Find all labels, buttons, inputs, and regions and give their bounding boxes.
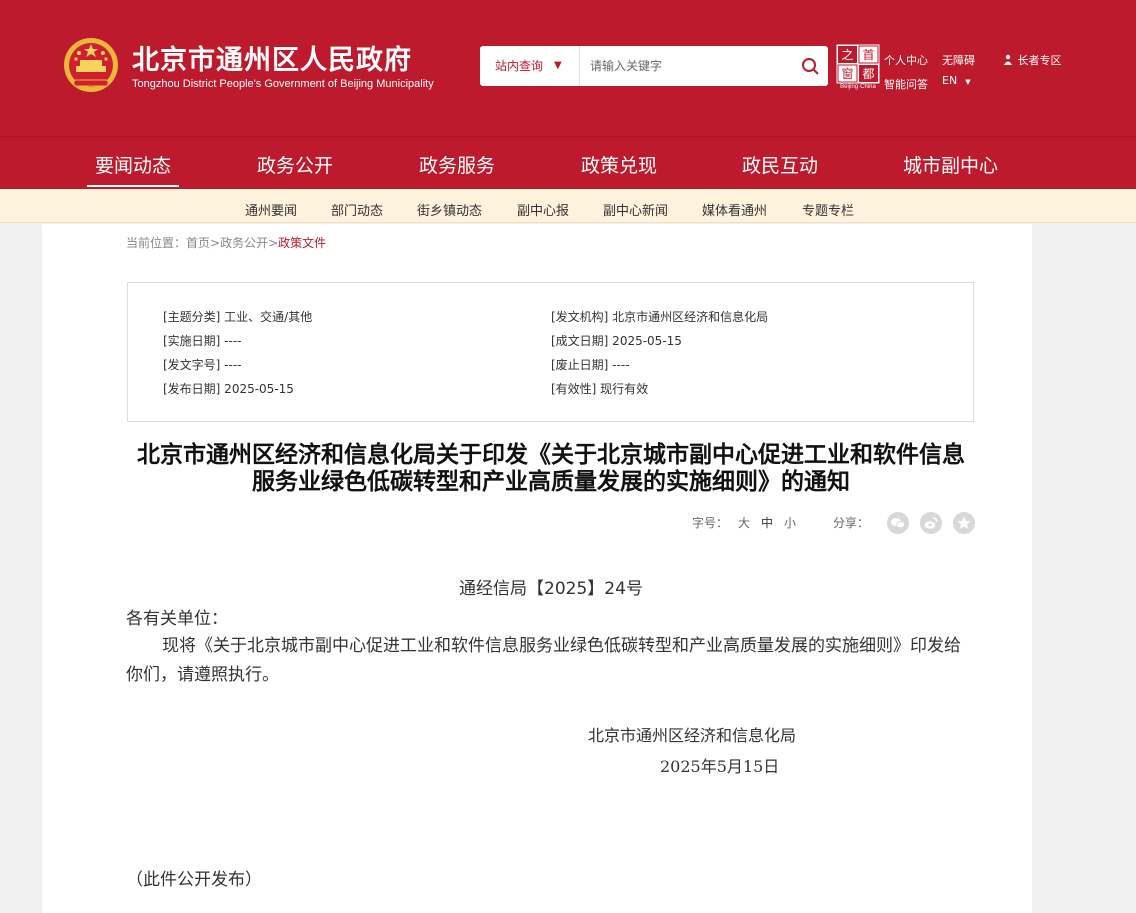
nav-item-policy[interactable]: 政策兑现 [581,151,657,178]
salutation: 各有关单位： [126,609,228,629]
breadcrumb-separator: > [210,236,221,250]
meta-publish-date: [发布日期] 2025-05-15 [163,382,294,396]
accessibility-link[interactable]: 无障碍 [942,52,975,68]
capital-char-3: 窗 [841,67,853,81]
nav-item-interaction[interactable]: 政民互动 [742,151,818,178]
sub-nav-special-topics[interactable]: 专题专栏 [802,200,854,219]
breadcrumb-prefix: 当前位置： [126,236,187,250]
capital-window-logo[interactable]: 之 首 窗 都 Beijing·China [836,44,880,92]
meta-effective-date: [实施日期] ---- [163,334,242,348]
document-issuer: 北京市通州区经济和信息化局 [588,726,797,745]
main-nav: 要闻动态 政务公开 政务服务 政策兑现 政民互动 城市副中心 [0,136,1136,189]
capital-logo-caption: Beijing·China [840,84,876,90]
sub-nav: 通州要闻 部门动态 街乡镇动态 副中心报 副中心新闻 媒体看通州 专题专栏 [0,189,1136,223]
personal-center-link[interactable]: 个人中心 [884,52,928,68]
breadcrumb-separator: > [268,236,279,250]
document-date: 2025年5月15日 [660,757,780,776]
site-subtitle: Tongzhou District People's Government of… [132,78,434,90]
weibo-icon[interactable] [920,512,942,534]
search-icon[interactable] [800,56,822,78]
favorite-icon[interactable] [953,512,975,534]
site-title[interactable]: 北京市通州区人民政府 [132,38,412,77]
public-release-note: （此件公开发布） [126,870,262,890]
triangle-down-icon: ▼ [965,78,971,86]
font-size-medium[interactable]: 中 [761,514,773,531]
nav-item-sub-center[interactable]: 城市副中心 [903,151,998,178]
meta-doc-number: [发文字号] ---- [163,358,242,372]
breadcrumb: 当前位置：首页>政务公开>政策文件 [126,234,326,251]
breadcrumb-gov-affairs[interactable]: 政务公开 [220,236,268,250]
meta-validity: [有效性] 现行有效 [551,382,649,396]
meta-issuer: [发文机构] 北京市通州区经济和信息化局 [551,310,769,324]
elderly-zone-label: 长者专区 [1017,54,1062,67]
share-label: 分享： [833,516,870,530]
meta-category: [主题分类] 工业、交通/其他 [163,310,313,324]
meta-repeal-date: [废止日期] ---- [551,358,630,372]
document-number: 通经信局【2025】24号 [459,579,643,599]
search-scope-label: 站内查询 [495,59,544,73]
document-meta-box: [主题分类] 工业、交通/其他 [发文机构] 北京市通州区经济和信息化局 [实施… [127,282,974,422]
article-container: 当前位置：首页>政务公开>政策文件 [主题分类] 工业、交通/其他 [发文机构]… [42,224,1032,913]
meta-written-date: [成文日期] 2025-05-15 [551,334,682,348]
nav-item-gov-affairs[interactable]: 政务公开 [257,151,333,178]
font-size-small[interactable]: 小 [784,514,796,531]
wechat-icon[interactable] [887,512,909,534]
search-scope-select[interactable]: 站内查询 ▼ [480,46,580,86]
capital-char-4: 都 [862,67,874,81]
triangle-down-icon: ▼ [554,60,562,71]
document-body: 现将《关于北京城市副中心促进工业和软件信息服务业绿色低碳转型和产业高质量发展的实… [126,636,961,685]
capital-char-1: 之 [841,48,853,62]
elderly-zone-link[interactable]: 长者专区 [1002,52,1062,68]
sub-nav-tongzhou-news[interactable]: 通州要闻 [245,200,297,219]
capital-char-2: 首 [862,48,874,62]
sub-nav-media[interactable]: 媒体看通州 [702,200,767,219]
search-input[interactable] [582,52,787,80]
search-box: 站内查询 ▼ [480,46,828,86]
language-switch[interactable]: EN ▼ [942,74,971,87]
capital-logo-grid: 之 首 窗 都 [836,44,880,84]
nav-item-news[interactable]: 要闻动态 [86,151,180,187]
breadcrumb-current[interactable]: 政策文件 [278,236,326,250]
national-emblem-icon [64,38,118,92]
sub-nav-dept-news[interactable]: 部门动态 [331,200,383,219]
smart-qa-link[interactable]: 智能问答 [884,76,928,92]
document-title: 北京市通州区经济和信息化局关于印发《关于北京城市副中心促进工业和软件信息服务业绿… [137,442,965,495]
font-size-label: 字号： [692,516,729,530]
breadcrumb-home[interactable]: 首页 [186,236,210,250]
site-header: 北京市通州区人民政府 Tongzhou District People's Go… [0,0,1136,136]
person-icon [1004,54,1012,65]
sub-nav-subcenter-news[interactable]: 副中心新闻 [603,200,668,219]
language-label: EN [942,74,958,87]
sub-nav-subcenter-paper[interactable]: 副中心报 [517,200,569,219]
font-size-large[interactable]: 大 [738,514,750,531]
sub-nav-town-news[interactable]: 街乡镇动态 [417,200,482,219]
nav-item-gov-services[interactable]: 政务服务 [419,151,495,178]
